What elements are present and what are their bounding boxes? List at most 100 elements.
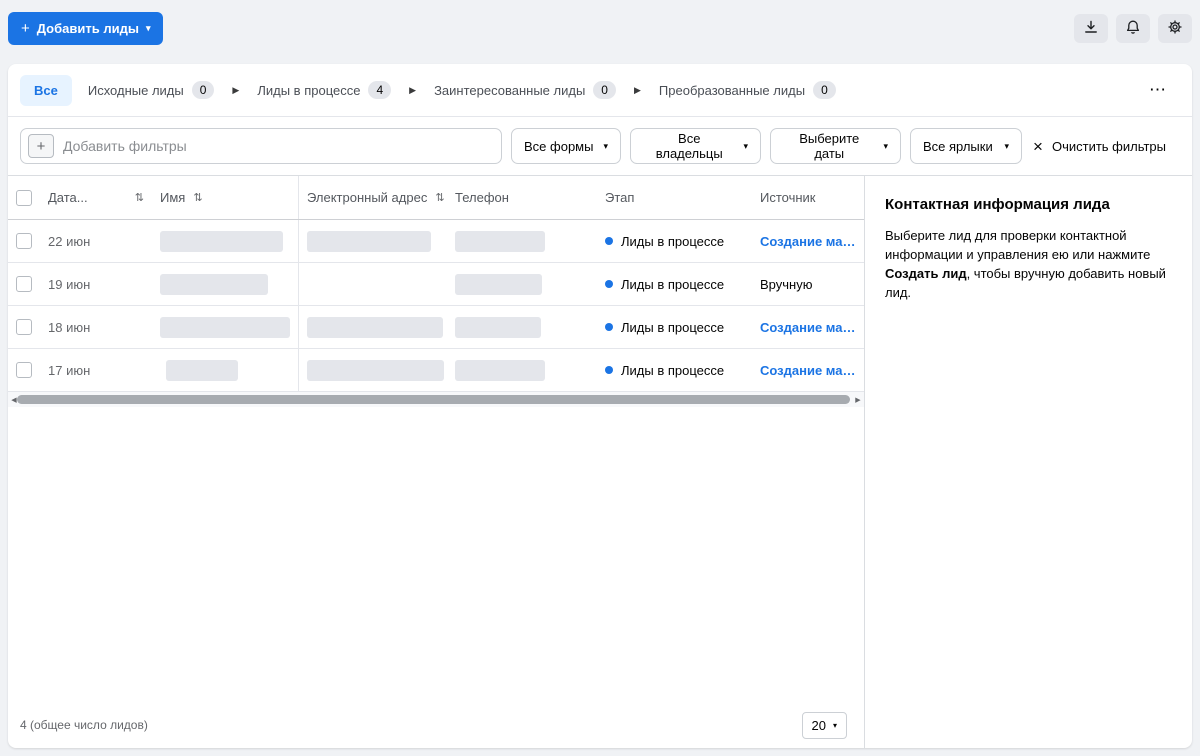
detail-panel-title: Контактная информация лида (885, 196, 1110, 213)
page-size-value: 20 (811, 717, 826, 733)
filter-bar: + Все формы ▾ Все владельцы ▾ Выберите д… (8, 116, 1192, 176)
chevron-down-icon: ▾ (145, 22, 151, 33)
select-all-checkbox[interactable] (16, 189, 32, 206)
download-button[interactable] (1074, 13, 1108, 43)
lead-date: 18 июн (48, 319, 91, 335)
horizontal-scrollbar[interactable]: ◀ ▶ (8, 392, 864, 407)
chevron-down-icon: ▾ (603, 140, 608, 151)
lead-source: Вручную (760, 276, 813, 292)
column-header-stage[interactable]: Этап (605, 190, 634, 205)
leads-table: Дата... ⇅ Имя ⇅ Электронный адрес ⇅ Теле… (8, 176, 864, 748)
table-row[interactable]: 22 июн Лиды в процессе Создание масок_ (8, 220, 864, 263)
clear-filters-label: Очистить фильтры (1051, 138, 1166, 154)
labels-dropdown-label: Все ярлыки (923, 138, 993, 154)
add-leads-button[interactable]: + Добавить лиды ▾ (8, 11, 164, 45)
plus-icon: + (21, 19, 30, 37)
column-header-email[interactable]: Электронный адрес (307, 190, 427, 205)
content-split: Дата... ⇅ Имя ⇅ Электронный адрес ⇅ Теле… (8, 176, 1192, 748)
sort-icon[interactable]: ⇅ (435, 191, 444, 204)
owners-dropdown[interactable]: Все владельцы ▾ (630, 128, 761, 164)
stage-arrow-icon: ▶ (409, 84, 417, 95)
lead-stage: Лиды в процессе (621, 276, 725, 292)
lead-stage: Лиды в процессе (621, 233, 725, 249)
top-bar: + Добавить лиды ▾ (0, 0, 1200, 56)
gear-icon (1167, 19, 1183, 38)
row-checkbox[interactable] (16, 233, 32, 249)
table-empty-space (8, 407, 864, 702)
clear-filters-button[interactable]: × Очистить фильтры (1033, 138, 1180, 155)
leads-card: Все Исходные лиды 0 ▶ Лиды в процессе 4 … (8, 64, 1192, 748)
redacted-name (166, 359, 238, 381)
labels-dropdown[interactable]: Все ярлыки ▾ (910, 128, 1022, 164)
table-header-row: Дата... ⇅ Имя ⇅ Электронный адрес ⇅ Теле… (8, 176, 864, 220)
dates-dropdown-label: Выберите даты (799, 131, 860, 161)
column-header-date[interactable]: Дата... (48, 190, 88, 205)
add-filter-icon[interactable]: + (28, 134, 54, 158)
lead-date: 22 июн (48, 233, 91, 249)
settings-button[interactable] (1158, 13, 1192, 43)
forms-dropdown[interactable]: Все формы ▾ (511, 128, 621, 164)
table-row[interactable]: 17 июн Лиды в процессе Создание масок_ (8, 349, 864, 392)
tab-count-badge: 0 (813, 81, 836, 99)
sort-icon[interactable]: ⇅ (193, 191, 202, 204)
add-filters-field[interactable]: + (20, 128, 502, 164)
chevron-down-icon: ▾ (832, 720, 837, 730)
scroll-right-icon[interactable]: ▶ (853, 396, 863, 404)
table-row[interactable]: 19 июн Лиды в процессе Вручную (8, 263, 864, 306)
stage-dot-icon (605, 237, 613, 245)
tab-converted-leads[interactable]: Преобразованные лиды 0 (647, 73, 848, 107)
lead-stage: Лиды в процессе (621, 319, 725, 335)
tab-count-badge: 0 (191, 81, 215, 99)
forms-dropdown-label: Все формы (524, 138, 594, 154)
lead-source-link[interactable]: Создание масок_ (760, 363, 858, 378)
stage-dot-icon (605, 323, 613, 331)
redacted-name (160, 316, 290, 338)
column-header-name[interactable]: Имя (160, 190, 185, 205)
column-header-phone[interactable]: Телефон (455, 190, 509, 205)
tab-in-progress-leads[interactable]: Лиды в процессе 4 (245, 73, 403, 107)
redacted-phone (455, 359, 545, 381)
chevron-down-icon: ▾ (883, 140, 888, 151)
redacted-name (160, 273, 268, 295)
lead-source-link[interactable]: Создание масок_ (760, 320, 858, 335)
tab-label: Лиды в процессе (257, 82, 361, 98)
more-options-button[interactable]: ⋯ (1137, 80, 1180, 100)
scrollbar-thumb[interactable] (17, 395, 850, 404)
filters-input[interactable] (63, 138, 494, 154)
download-icon (1083, 19, 1099, 38)
lead-source-link[interactable]: Создание масок_ (760, 234, 858, 249)
table-row[interactable]: 18 июн Лиды в процессе Создание масок_ (8, 306, 864, 349)
notifications-button[interactable] (1116, 13, 1150, 43)
close-icon: × (1033, 136, 1043, 156)
add-leads-label: Добавить лиды (36, 20, 139, 36)
owners-dropdown-label: Все владельцы (655, 131, 723, 161)
stage-arrow-icon: ▶ (232, 84, 240, 95)
total-leads-label: 4 (общее число лидов) (20, 718, 148, 732)
redacted-name (160, 230, 283, 252)
tab-raw-leads[interactable]: Исходные лиды 0 (76, 73, 227, 107)
stage-dot-icon (605, 280, 613, 288)
tab-label: Заинтересованные лиды (434, 82, 586, 98)
row-checkbox[interactable] (16, 276, 32, 292)
redacted-email (307, 359, 444, 381)
lead-date: 19 июн (48, 276, 91, 292)
tab-all[interactable]: Все (20, 74, 72, 106)
chevron-down-icon: ▾ (743, 140, 748, 151)
tab-count-badge: 0 (593, 81, 616, 99)
tab-count-badge: 4 (368, 81, 392, 99)
lead-detail-panel: Контактная информация лида Выберите лид … (864, 176, 1192, 748)
redacted-email (307, 230, 431, 252)
column-header-source[interactable]: Источник (760, 190, 816, 205)
bell-icon (1125, 19, 1141, 38)
redacted-email (307, 316, 443, 338)
sort-icon[interactable]: ⇅ (135, 191, 144, 204)
detail-body-text: Выберите лид для проверки контактной инф… (885, 228, 1151, 262)
page-size-dropdown[interactable]: 20 ▾ (801, 711, 847, 739)
row-checkbox[interactable] (16, 362, 32, 378)
topbar-icon-group (1074, 13, 1192, 43)
lead-stage: Лиды в процессе (621, 362, 725, 378)
dates-dropdown[interactable]: Выберите даты ▾ (770, 128, 901, 164)
tab-interested-leads[interactable]: Заинтересованные лиды 0 (422, 73, 628, 107)
row-checkbox[interactable] (16, 319, 32, 335)
stage-tabs-row: Все Исходные лиды 0 ▶ Лиды в процессе 4 … (8, 64, 1192, 116)
